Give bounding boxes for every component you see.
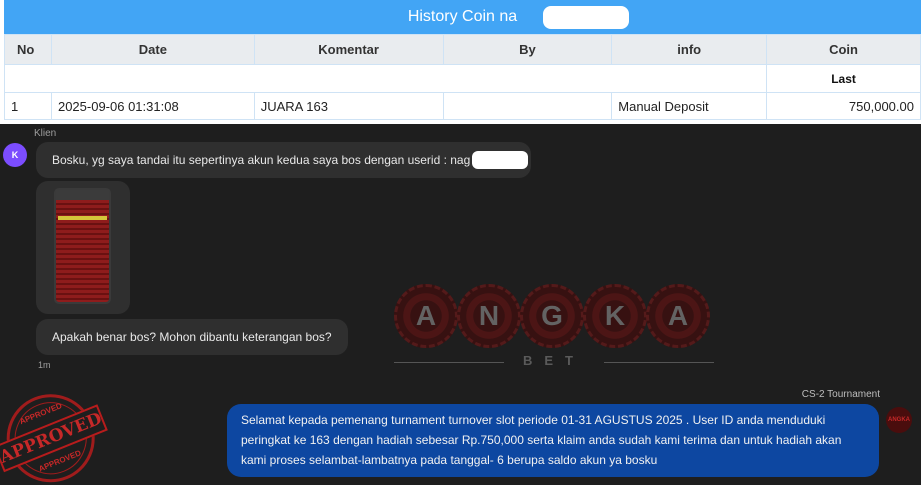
column-header-by[interactable]: By xyxy=(442,34,613,65)
table-header-row: No Date Komentar By info Coin xyxy=(4,34,921,65)
history-coin-panel: History Coin na No Date Komentar By info… xyxy=(0,0,921,124)
message-bubble-in[interactable]: Apakah benar bos? Mohon dibantu keterang… xyxy=(36,319,348,355)
column-header-date[interactable]: Date xyxy=(50,34,255,65)
watermark-sub: BET xyxy=(523,353,585,368)
cell-date: 2025-09-06 01:31:08 xyxy=(50,92,255,120)
image-attachment[interactable] xyxy=(36,181,130,314)
watermark-chip: N xyxy=(457,284,521,348)
watermark-chip: G xyxy=(520,284,584,348)
message-bubble-in[interactable]: Bosku, yg saya tandai itu sepertinya aku… xyxy=(36,142,531,178)
history-title: History Coin na xyxy=(4,0,921,34)
cell-by xyxy=(442,92,613,120)
table-subheader-row: Last xyxy=(3,64,921,93)
subheader-empty xyxy=(3,64,768,93)
approved-stamp: APPROVED APPROVED APPROVED xyxy=(0,379,116,485)
subheader-last: Last xyxy=(766,64,921,93)
redaction-box xyxy=(543,6,629,29)
watermark-line xyxy=(394,362,504,363)
cell-info: Manual Deposit xyxy=(611,92,768,120)
sender-label: Klien xyxy=(34,128,57,139)
thumbnail-highlight xyxy=(58,216,107,220)
redaction-box xyxy=(472,151,528,169)
message-bubble-out[interactable]: Selamat kepada pemenang turnament turnov… xyxy=(227,404,879,477)
screenshot-thumbnail xyxy=(54,188,111,304)
agent-label: CS-2 Tournament xyxy=(801,389,880,400)
watermark-chip: A xyxy=(394,284,458,348)
cell-komentar: JUARA 163 xyxy=(253,92,444,120)
thumbnail-header xyxy=(56,190,109,200)
watermark-line xyxy=(604,362,714,363)
watermark-logo: A N G K A BET xyxy=(394,284,714,374)
table-row[interactable]: 1 2025-09-06 01:31:08 JUARA 163 Manual D… xyxy=(4,92,921,120)
column-header-komentar[interactable]: Komentar xyxy=(253,34,444,65)
watermark-chip: A xyxy=(646,284,710,348)
column-header-no[interactable]: No xyxy=(4,34,52,65)
watermark-chip: K xyxy=(583,284,647,348)
column-header-info[interactable]: info xyxy=(611,34,768,65)
cell-coin: 750,000.00 xyxy=(766,92,921,120)
message-time: 1m xyxy=(38,360,51,370)
client-avatar: K xyxy=(3,143,27,167)
cell-no: 1 xyxy=(4,92,52,120)
agent-avatar: ANGKA xyxy=(886,407,912,433)
chat-panel: Klien K Bosku, yg saya tandai itu sepert… xyxy=(0,124,921,485)
history-table: No Date Komentar By info Coin Last 1 202… xyxy=(3,34,921,120)
column-header-coin[interactable]: Coin xyxy=(766,34,921,65)
